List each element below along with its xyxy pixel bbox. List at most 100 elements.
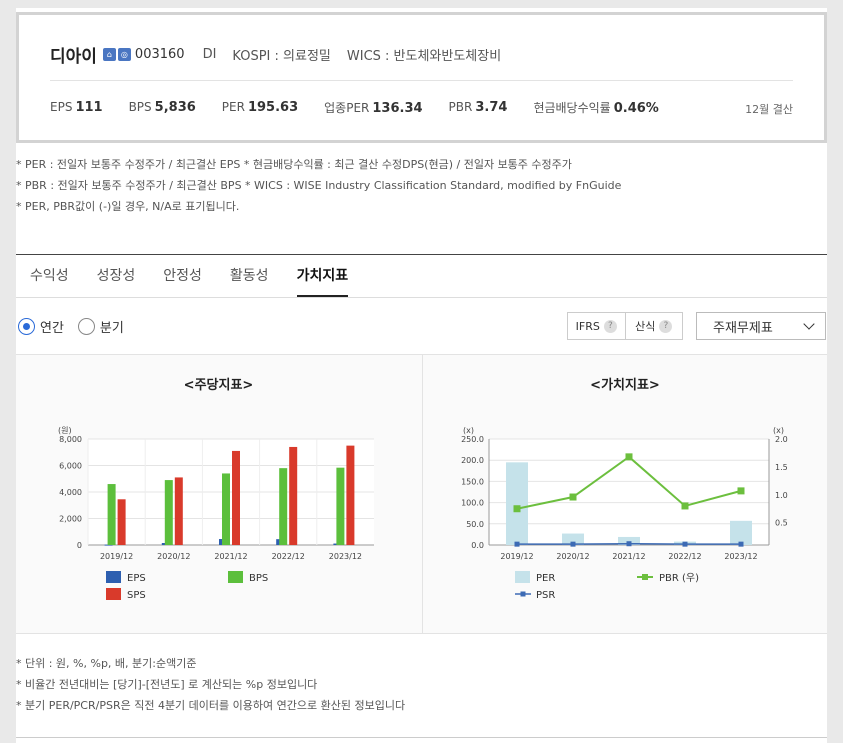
chevron-down-icon [803,318,815,330]
bar-sps [232,450,240,545]
metric-per: PER 195.63 [222,100,298,115]
metric-value: 195.63 [247,100,299,115]
help-icon[interactable]: ? [659,319,673,333]
y2-axis-label: (x) [773,426,784,435]
divider [50,80,793,81]
formula-button[interactable]: 산식? [624,313,683,339]
bar-bps [279,468,288,545]
button-label: IFRS [575,319,600,333]
page: 디아이 ⌂ ◎ 003160 DI KOSPI : 의료정밀 WICS : 반도… [16,8,827,743]
metrics-row: EPS 111 BPS 5,836 PER 195.63 업종PER 136.34 PB… [50,99,685,116]
x-tick-label: 2021/12 [214,552,247,561]
tabs: 수익성 성장성 안정성 활동성 가치지표 [16,254,827,298]
radio-label: 연간 [40,321,64,336]
radio-quarter[interactable]: 분기 [77,317,124,336]
metric-value: 5,836 [154,100,196,115]
note-line: * 비율간 전년대비는 [당기]-[전년도] 로 계산되는 %p 정보입니다 [16,678,318,691]
legend-label: PSR [536,590,555,601]
bar-sps [117,499,126,545]
select-value: 주재무제표 [713,320,773,336]
point-pbr [569,493,577,501]
legend-marker-psr [520,591,526,597]
help-icon[interactable]: ? [603,319,617,333]
legend-swatch-per [515,571,530,583]
ir-icon[interactable]: ◎ [117,48,131,61]
metric-value: 111 [75,100,103,115]
metric-label: PBR [448,100,473,114]
tab-growth[interactable]: 성장성 [97,255,136,297]
button-label: 산식 [635,320,656,333]
metric-pbr: PBR 3.74 [449,100,508,115]
metric-label: BPS [128,100,152,114]
x-tick-label: 2019/12 [100,552,133,561]
metric-eps: EPS 111 [50,100,103,115]
legend-swatch [228,571,243,583]
x-tick-label: 2021/12 [612,552,645,561]
legend-label: EPS [127,573,146,584]
tab-profitability[interactable]: 수익성 [30,255,69,297]
y2-tick-label: 1.0 [775,491,788,500]
valuation-chart-panel: <가치지표> 0.0 50.0 100.0 150.0 200.0 250.0 0.5 1.0… [422,355,827,633]
x-tick-label: 2023/12 [329,552,362,561]
metric-label: PER [221,100,245,114]
per-share-chart-panel: <주당지표> 0 2,000 4,000 6,000 8,000 (원) 2019/12 20… [16,355,421,633]
tab-stability[interactable]: 안정성 [163,255,202,297]
notes-bottom: * 단위 : 원, %, %p, 배, 분기:순액기준 * 비율간 전년대비는 … [16,653,405,716]
point-psr [514,541,520,547]
radio-unchecked-icon[interactable] [77,318,95,335]
bar-bps [164,480,173,545]
notes-top: * PER : 전일자 보통주 수정주가 / 최근결산 EPS * 현금배당수익… [16,154,621,217]
y-tick-label: 2,000 [59,515,82,524]
point-psr [738,541,744,547]
y-tick-label: 4,000 [59,488,82,497]
x-tick-label: 2022/12 [272,552,305,561]
y2-tick-label: 1.5 [775,463,788,472]
fiscal-year-end: 12월 결산 [745,103,793,116]
ifrs-button[interactable]: IFRS? [568,313,625,339]
legend-marker-pbr [642,574,648,580]
legend-label: PER [536,573,555,584]
bar-per [506,462,528,545]
note-line: * 분기 PER/PCR/PSR은 직전 4분기 데이터를 이용하여 연간으로 … [16,699,406,712]
bar-bps [107,484,116,545]
stock-code: 003160 [134,47,185,62]
legend-label: SPS [127,590,146,601]
y-tick-label: 250.0 [461,435,484,444]
bar-bps [336,467,345,545]
charts-area: <주당지표> 0 2,000 4,000 6,000 8,000 (원) 2019/12 20… [16,354,827,634]
company-info-box: 디아이 ⌂ ◎ 003160 DI KOSPI : 의료정밀 WICS : 반도… [16,12,827,143]
legend-label: BPS [249,573,268,584]
home-icon[interactable]: ⌂ [102,48,116,61]
radio-checked-icon[interactable] [18,318,35,335]
per-share-chart: 0 2,000 4,000 6,000 8,000(원) 2019/12 2020/12 20… [58,426,374,601]
note-line: * PBR : 전일자 보통주 수정주가 / 최근결산 BPS * WICS :… [16,179,622,192]
y-tick-label: 50.0 [466,520,484,529]
chart-title: <주당지표> [183,378,254,393]
metric-label: 현금배당수익률 [533,101,611,115]
legend-swatch [106,588,121,600]
point-pbr [737,487,745,495]
statement-type-select[interactable]: 주재무제표 [696,312,826,340]
point-psr [682,541,688,547]
x-tick-label: 2019/12 [500,552,533,561]
note-line: * 단위 : 원, %, %p, 배, 분기:순액기준 [16,657,197,670]
y2-tick-label: 0.5 [775,519,788,528]
point-pbr [513,505,521,513]
valuation-chart: 0.050.0100.0150.0200.0250.00.51.01.52.0(… [461,426,788,601]
metric-label: 업종PER [324,101,370,115]
metric-value: 3.74 [475,100,508,115]
x-tick-label: 2020/12 [157,552,190,561]
note-line: * PER : 전일자 보통주 수정주가 / 최근결산 EPS * 현금배당수익… [16,158,572,171]
metric-bps: BPS 5,836 [129,100,196,115]
bar-bps [222,473,230,545]
point-pbr [681,502,689,510]
bar-sps [346,445,355,545]
bar-per [730,520,752,545]
metric-industry-per: 업종PER 136.34 [324,99,422,116]
radio-annual[interactable]: 연간 [18,317,64,336]
y-tick-label: 0 [77,541,82,550]
tab-activity[interactable]: 활동성 [230,255,269,297]
tab-valuation[interactable]: 가치지표 [296,255,349,297]
x-tick-label: 2020/12 [556,552,589,561]
y-tick-label: 0.0 [471,541,484,550]
